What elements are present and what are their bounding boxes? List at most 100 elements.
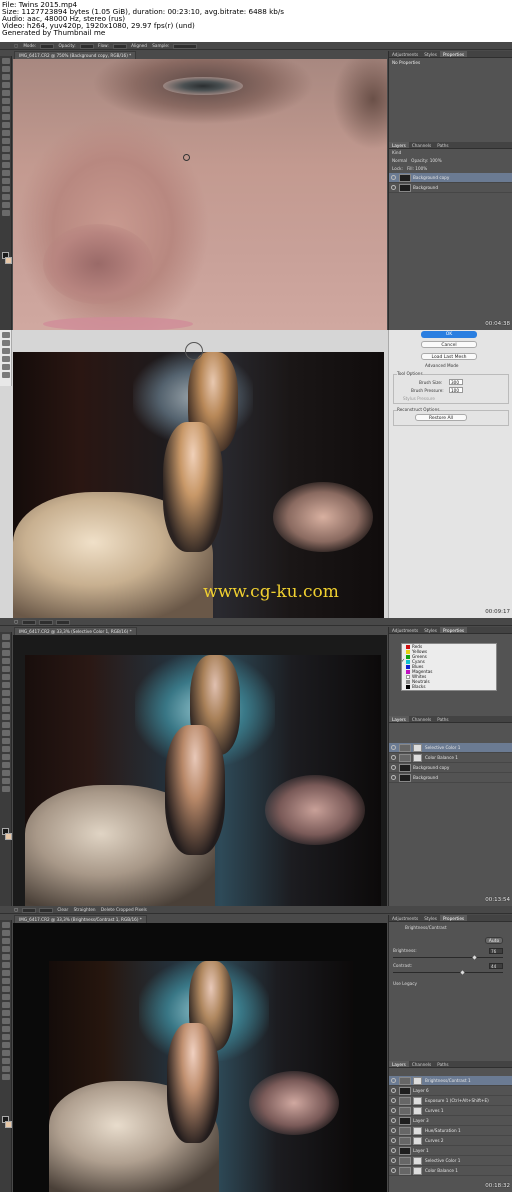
hand-tool-icon[interactable] bbox=[2, 1066, 10, 1072]
lasso-tool-icon[interactable] bbox=[2, 938, 10, 944]
brightness-slider[interactable] bbox=[393, 957, 503, 958]
history-brush-tool-icon[interactable] bbox=[2, 130, 10, 136]
path-select-tool-icon[interactable] bbox=[2, 762, 10, 768]
lasso-tool-icon[interactable] bbox=[2, 650, 10, 656]
contrast-input[interactable]: 44 bbox=[489, 963, 503, 969]
tab-channels[interactable]: Channels bbox=[409, 716, 434, 722]
tab-paths[interactable]: Paths bbox=[434, 142, 451, 148]
document-tab[interactable]: IMG_6417.CR2 @ 750% (Background copy, RG… bbox=[14, 51, 137, 59]
document-canvas[interactable] bbox=[13, 635, 387, 906]
eye-icon[interactable] bbox=[391, 1148, 396, 1153]
eyedropper-tool-icon[interactable] bbox=[2, 98, 10, 104]
quick-select-tool-icon[interactable] bbox=[2, 658, 10, 664]
layer-row[interactable]: Hue/Saturation 1 bbox=[389, 1126, 512, 1136]
eye-icon[interactable] bbox=[391, 755, 396, 760]
tab-styles[interactable]: Styles bbox=[421, 627, 440, 633]
tab-adjustments[interactable]: Adjustments bbox=[389, 51, 421, 57]
brush-tool-icon[interactable] bbox=[2, 978, 10, 984]
brightness-input[interactable]: 76 bbox=[489, 948, 503, 954]
pen-tool-icon[interactable] bbox=[2, 170, 10, 176]
stylus-pressure-checkbox[interactable]: Stylus Pressure bbox=[403, 396, 435, 401]
hand-tool-icon[interactable] bbox=[2, 202, 10, 208]
zoom-tool-icon[interactable] bbox=[2, 786, 10, 792]
hand-tool-icon[interactable] bbox=[2, 778, 10, 784]
quick-select-tool-icon[interactable] bbox=[2, 82, 10, 88]
mode-field[interactable] bbox=[40, 43, 55, 49]
eye-icon[interactable] bbox=[391, 1088, 396, 1093]
eye-icon[interactable] bbox=[391, 1098, 396, 1103]
path-select-tool-icon[interactable] bbox=[2, 186, 10, 192]
eye-icon[interactable] bbox=[391, 1108, 396, 1113]
clone-stamp-tool-icon[interactable] bbox=[2, 986, 10, 992]
opacity-field[interactable] bbox=[79, 43, 94, 49]
path-select-tool-icon[interactable] bbox=[2, 1050, 10, 1056]
eraser-tool-icon[interactable] bbox=[2, 138, 10, 144]
delete-cropped-pixels-checkbox[interactable]: Delete Cropped Pixels bbox=[101, 906, 147, 913]
tab-styles[interactable]: Styles bbox=[421, 51, 440, 57]
advanced-mode-checkbox[interactable]: Advanced Mode bbox=[425, 363, 458, 368]
layer-row[interactable]: Layer 6 bbox=[389, 1086, 512, 1096]
load-last-mesh-button[interactable]: Load Last Mesh bbox=[421, 353, 477, 360]
layer-row[interactable]: Selective Color 1 bbox=[389, 1156, 512, 1166]
tab-adjustments[interactable]: Adjustments bbox=[389, 627, 421, 633]
type-tool-icon[interactable] bbox=[2, 1042, 10, 1048]
background-color-swatch[interactable] bbox=[5, 257, 12, 264]
blur-tool-icon[interactable] bbox=[2, 1018, 10, 1024]
tab-layers[interactable]: Layers bbox=[389, 716, 409, 722]
eye-icon[interactable] bbox=[391, 1078, 396, 1083]
layer-row[interactable]: Background copy bbox=[389, 173, 512, 183]
marquee-tool-icon[interactable] bbox=[2, 642, 10, 648]
lasso-tool-icon[interactable] bbox=[2, 74, 10, 80]
crop-tool-icon[interactable] bbox=[2, 90, 10, 96]
shape-tool-icon[interactable] bbox=[2, 1058, 10, 1064]
shape-tool-icon[interactable] bbox=[2, 770, 10, 776]
eye-icon[interactable] bbox=[391, 765, 396, 770]
use-legacy-checkbox[interactable]: Use Legacy bbox=[393, 981, 417, 987]
document-canvas[interactable] bbox=[13, 59, 387, 330]
colors-dropdown[interactable]: Reds Yellows Greens ✓ Cyans Blues Magenta… bbox=[401, 643, 497, 691]
document-tab[interactable]: IMG_6417.CR2 @ 33,3% (Selective Color 1,… bbox=[14, 627, 137, 635]
background-color-swatch[interactable] bbox=[5, 1121, 12, 1128]
tab-properties[interactable]: Properties bbox=[439, 51, 468, 57]
push-left-tool-icon[interactable] bbox=[2, 364, 10, 370]
dodge-tool-icon[interactable] bbox=[2, 162, 10, 168]
tab-paths[interactable]: Paths bbox=[434, 716, 451, 722]
marquee-tool-icon[interactable] bbox=[2, 66, 10, 72]
eye-icon[interactable] bbox=[391, 745, 396, 750]
tab-layers[interactable]: Layers bbox=[389, 142, 409, 148]
quick-select-tool-icon[interactable] bbox=[2, 946, 10, 952]
layer-row[interactable]: Selective Color 1 bbox=[389, 743, 512, 753]
layer-row[interactable]: Background copy bbox=[389, 763, 512, 773]
brush-tool-icon[interactable] bbox=[2, 114, 10, 120]
eraser-tool-icon[interactable] bbox=[2, 1002, 10, 1008]
eye-icon[interactable] bbox=[391, 185, 396, 190]
cancel-button[interactable]: Cancel bbox=[421, 341, 477, 348]
eye-icon[interactable] bbox=[391, 1118, 396, 1123]
layer-row[interactable]: Curves 1 bbox=[389, 1106, 512, 1116]
type-tool-icon[interactable] bbox=[2, 754, 10, 760]
eye-icon[interactable] bbox=[391, 175, 396, 180]
clone-stamp-tool-icon[interactable] bbox=[2, 698, 10, 704]
move-tool-icon[interactable] bbox=[2, 58, 10, 64]
zoom-tool-icon[interactable] bbox=[2, 210, 10, 216]
sample-field[interactable] bbox=[173, 43, 198, 49]
layer-row[interactable]: Brightness/Contrast 1 bbox=[389, 1076, 512, 1086]
tab-channels[interactable]: Channels bbox=[409, 142, 434, 148]
history-brush-tool-icon[interactable] bbox=[2, 994, 10, 1000]
pen-tool-icon[interactable] bbox=[2, 1034, 10, 1040]
brightness-slider-handle[interactable] bbox=[472, 955, 477, 960]
ok-button[interactable]: OK bbox=[421, 331, 477, 338]
tab-styles[interactable]: Styles bbox=[421, 915, 440, 921]
flow-field[interactable] bbox=[112, 43, 127, 49]
tab-channels[interactable]: Channels bbox=[409, 1061, 434, 1067]
tab-paths[interactable]: Paths bbox=[434, 1061, 451, 1067]
healing-tool-icon[interactable] bbox=[2, 106, 10, 112]
layer-row[interactable]: Background bbox=[389, 773, 512, 783]
healing-tool-icon[interactable] bbox=[2, 682, 10, 688]
layer-row[interactable]: Layer 3 bbox=[389, 1116, 512, 1126]
brush-pressure-input[interactable]: 100 bbox=[449, 387, 463, 393]
layer-row[interactable]: Layer 1 bbox=[389, 1146, 512, 1156]
document-canvas[interactable] bbox=[13, 923, 387, 1192]
layer-row[interactable]: Background bbox=[389, 183, 512, 193]
contrast-slider[interactable] bbox=[393, 972, 503, 973]
